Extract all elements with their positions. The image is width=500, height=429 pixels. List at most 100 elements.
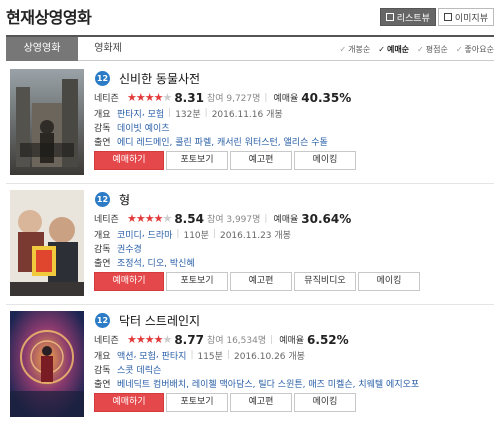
sort-label: 평점순: [425, 44, 448, 54]
genre-link[interactable]: 액션: [117, 349, 134, 362]
overview-label: 개요: [94, 351, 111, 362]
cast-label: 출연: [94, 258, 111, 269]
release-date: 2016.10.26 개봉: [234, 351, 305, 362]
list-icon: [385, 13, 394, 21]
grid-icon: [443, 13, 452, 21]
age-rating-badge: 12: [95, 312, 110, 328]
director-link[interactable]: 데이빗 예이츠: [117, 121, 170, 134]
genre-link[interactable]: 모험: [148, 107, 165, 120]
reservation-label: 예매율: [273, 215, 299, 225]
runtime: 115분: [197, 351, 223, 362]
vote-count: 참여 9,727명: [206, 94, 261, 104]
movie-poster[interactable]: [10, 190, 84, 296]
age-rating-badge: 12: [95, 191, 110, 207]
sort-reservation[interactable]: ✓ 예매순: [378, 44, 409, 55]
movie-item: 12 형 네티즌 ★★★★★ 8.54 참여 3,997명 | 예매율 30.6…: [6, 190, 494, 308]
sort-label: 개봉순: [348, 44, 371, 54]
music-video-button[interactable]: 뮤직비디오: [294, 272, 356, 291]
check-icon: ✓: [339, 44, 347, 54]
list-view-label: 리스트뷰: [396, 13, 430, 24]
reservation-rate: 6.52%: [307, 332, 349, 347]
movie-title[interactable]: 닥터 스트레인지: [119, 312, 200, 329]
release-date: 2016.11.16 개봉: [211, 109, 283, 120]
list-view-button[interactable]: 리스트뷰: [379, 8, 436, 26]
trailer-button[interactable]: 예고편: [230, 393, 292, 412]
genre-link[interactable]: 코미디: [117, 228, 142, 241]
tab-festival[interactable]: 영화제: [84, 37, 132, 61]
cast-links[interactable]: 에디 레드메인, 콜린 파렐, 캐서린 워터스턴, 앨리슨 수돌: [117, 135, 328, 148]
movie-item: 12 신비한 동물사전 네티즌 ★★★★★ 8.31 참여 9,727명 | 예…: [6, 69, 494, 187]
overview-label: 개요: [94, 109, 111, 120]
page-header: 현재상영영화 리스트뷰 이미지뷰: [6, 4, 494, 30]
director-link[interactable]: 스콧 데릭슨: [117, 363, 161, 376]
reserve-button[interactable]: 예매하기: [94, 272, 164, 291]
star-rating-icon: ★★★★★: [127, 333, 172, 346]
photo-button[interactable]: 포토보기: [166, 151, 228, 170]
netizen-label: 네티즌: [94, 215, 119, 225]
sort-rating[interactable]: ✓ 평점순: [417, 44, 448, 55]
director-link[interactable]: 권수경: [117, 242, 142, 255]
runtime: 110분: [183, 230, 209, 241]
movie-title[interactable]: 신비한 동물사전: [119, 70, 200, 87]
genre-link[interactable]: 판타지: [117, 107, 142, 120]
cast-links[interactable]: 조정석, 디오, 박신혜: [117, 256, 195, 269]
image-view-button[interactable]: 이미지뷰: [437, 8, 494, 26]
rating-score: 8.54: [174, 211, 204, 226]
page-title: 현재상영영화: [6, 8, 92, 27]
director-label: 감독: [94, 244, 111, 255]
genre-link[interactable]: 드라마: [148, 228, 173, 241]
star-rating-icon: ★★★★★: [127, 212, 172, 225]
vote-count: 참여 3,997명: [206, 215, 261, 225]
cast-label: 출연: [94, 379, 111, 390]
runtime: 132분: [175, 109, 201, 120]
cast-links[interactable]: 베네딕트 컴버배치, 레이첼 맥아담스, 틸다 스윈튼, 매즈 미켈슨, 치웨텔…: [117, 377, 419, 390]
star-rating-icon: ★★★★★: [127, 91, 172, 104]
rating-score: 8.31: [174, 90, 204, 105]
sort-label: 예매순: [386, 44, 410, 54]
reservation-rate: 30.64%: [301, 211, 352, 226]
reserve-button[interactable]: 예매하기: [94, 151, 164, 170]
making-button[interactable]: 메이킹: [294, 151, 356, 170]
reservation-label: 예매율: [279, 336, 305, 346]
making-button[interactable]: 메이킹: [294, 393, 356, 412]
age-rating-badge: 12: [95, 70, 110, 86]
divider: [6, 183, 494, 184]
photo-button[interactable]: 포토보기: [166, 393, 228, 412]
director-label: 감독: [94, 365, 111, 376]
cast-label: 출연: [94, 137, 111, 148]
tab-bar: 상영영화 영화제 ✓ 개봉순 ✓ 예매순 ✓ 평점순 ✓ 좋아요순: [6, 35, 494, 61]
movie-info: 12 형 네티즌 ★★★★★ 8.54 참여 3,997명 | 예매율 30.6…: [94, 190, 492, 291]
sort-release[interactable]: ✓ 개봉순: [339, 44, 370, 55]
movie-item: 12 닥터 스트레인지 네티즌 ★★★★★ 8.77 참여 16,534명 | …: [6, 311, 494, 429]
genre-link[interactable]: 모험: [139, 349, 156, 362]
check-icon: ✓: [417, 44, 424, 54]
view-toggle: 리스트뷰 이미지뷰: [379, 8, 494, 26]
reservation-rate: 40.35%: [301, 90, 352, 105]
making-button[interactable]: 메이킹: [358, 272, 420, 291]
release-date: 2016.11.23 개봉: [219, 230, 291, 241]
sort-label: 좋아요순: [464, 44, 494, 54]
director-label: 감독: [94, 123, 111, 134]
rating-score: 8.77: [174, 332, 204, 347]
check-icon: ✓: [378, 44, 385, 54]
reservation-label: 예매율: [273, 94, 299, 104]
overview-label: 개요: [94, 230, 111, 241]
sort-likes[interactable]: ✓ 좋아요순: [456, 44, 494, 55]
check-icon: ✓: [455, 44, 463, 54]
divider: [6, 304, 494, 305]
trailer-button[interactable]: 예고편: [230, 151, 292, 170]
netizen-label: 네티즌: [94, 336, 119, 346]
photo-button[interactable]: 포토보기: [166, 272, 228, 291]
movie-poster[interactable]: [10, 311, 84, 417]
trailer-button[interactable]: 예고편: [230, 272, 292, 291]
reserve-button[interactable]: 예매하기: [94, 393, 164, 412]
movie-poster[interactable]: [10, 69, 84, 175]
movie-info: 12 닥터 스트레인지 네티즌 ★★★★★ 8.77 참여 16,534명 | …: [94, 311, 492, 412]
image-view-label: 이미지뷰: [454, 13, 488, 24]
genre-link[interactable]: 판타지: [162, 349, 187, 362]
movie-info: 12 신비한 동물사전 네티즌 ★★★★★ 8.31 참여 9,727명 | 예…: [94, 69, 492, 170]
movie-title[interactable]: 형: [119, 191, 130, 208]
vote-count: 참여 16,534명: [206, 336, 267, 346]
tab-now-showing[interactable]: 상영영화: [6, 37, 78, 61]
netizen-label: 네티즌: [94, 94, 119, 104]
